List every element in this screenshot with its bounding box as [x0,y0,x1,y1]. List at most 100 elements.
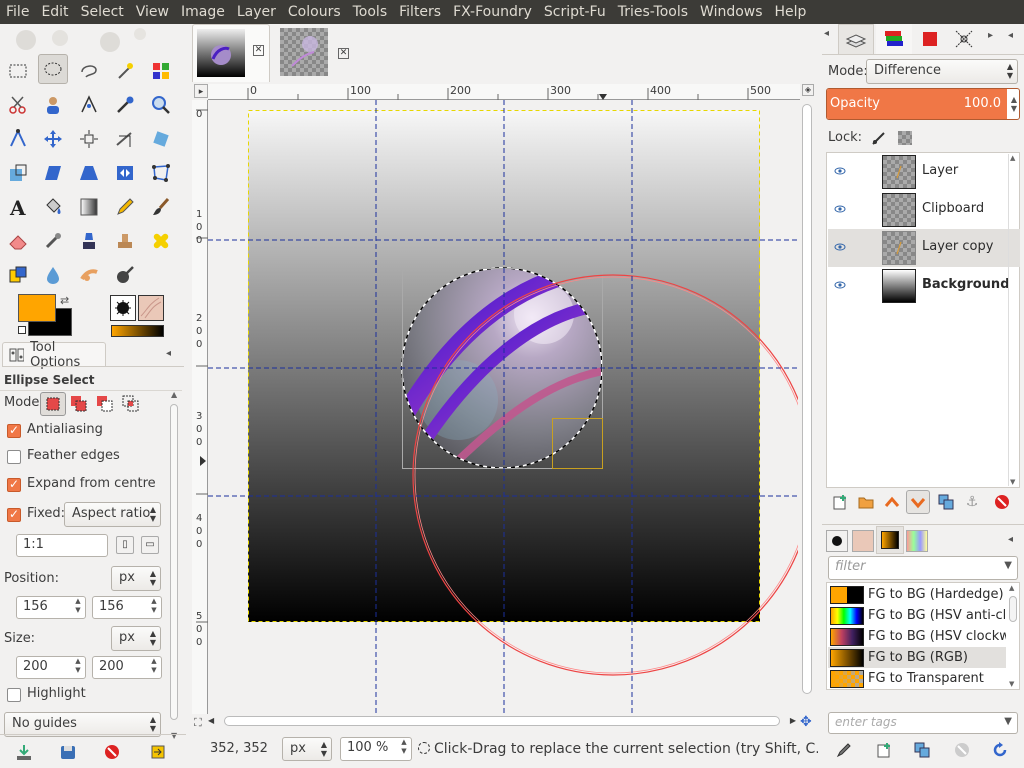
edit-gradient-icon[interactable] [834,740,854,760]
menu-filters[interactable]: Filters [393,0,447,24]
perspective-tool-icon[interactable] [74,158,104,188]
layer-row[interactable]: Layer [828,153,1020,191]
expand-from-centre-checkbox[interactable] [7,477,21,492]
layer-row[interactable]: Background [828,267,1020,305]
visibility-eye-icon[interactable] [834,203,846,218]
gradient-tags-input[interactable]: enter tags ▼ [828,712,1018,734]
gradient-preview-icon[interactable] [111,325,164,337]
tab-brushes[interactable] [826,530,848,552]
pencil-tool-icon[interactable] [110,192,140,222]
pattern-preview-icon[interactable] [138,295,164,321]
tab-palettes[interactable] [906,530,928,552]
tab-patterns[interactable] [852,530,874,552]
panel-menu-icon[interactable]: ◂ [166,348,171,359]
menu-script-fu[interactable]: Script-Fu [538,0,612,24]
mode-intersect-icon[interactable] [122,395,140,417]
canvas-vertical-scrollbar[interactable]: ◈ [800,84,814,714]
menu-colours[interactable]: Colours [282,0,347,24]
menu-select[interactable]: Select [75,0,130,24]
feather-edges-checkbox[interactable] [7,450,21,464]
duplicate-gradient-icon[interactable] [912,740,932,760]
spin-arrows-icon[interactable]: ▲ ▼ [72,597,84,618]
layer-row-selected[interactable]: Layer copy [828,229,1020,267]
gradient-item[interactable]: FG to Transparent [828,668,1006,689]
smudge-tool-icon[interactable] [74,260,104,290]
aspect-ratio-input[interactable]: 1:1 [16,534,108,557]
delete-gradient-icon[interactable] [952,740,972,760]
canvas-viewport[interactable] [208,100,798,714]
restore-tool-options-icon[interactable] [58,742,78,762]
menu-file[interactable]: File [0,0,35,24]
ellipse-select-tool-icon[interactable] [38,54,68,84]
measure-tool-icon[interactable] [3,124,33,154]
visibility-eye-icon[interactable] [834,165,846,180]
tab-pointer[interactable] [948,24,980,54]
position-x-input[interactable]: 156 ▲ ▼ [16,596,86,619]
foreground-select-tool-icon[interactable] [38,90,68,120]
rect-select-tool-icon[interactable] [3,56,33,86]
gradient-item[interactable]: FG to BG (HSV clockwise hue) [828,626,1006,647]
image-tab-2[interactable] [280,28,332,78]
spin-arrows-icon[interactable]: ▲ ▼ [398,738,410,759]
menu-layer[interactable]: Layer [231,0,282,24]
horizontal-ruler[interactable]: 0 100 200 300 400 500 [208,84,800,100]
swap-colors-icon[interactable]: ⇄ [60,294,69,307]
highlight-checkbox[interactable] [7,688,21,702]
gradient-filter-input[interactable]: filter ▼ [828,556,1018,580]
paths-tool-icon[interactable] [74,90,104,120]
raise-layer-icon[interactable] [882,492,902,512]
dock-left-arrow-icon[interactable]: ◂ [824,28,832,39]
foreground-color-swatch[interactable] [18,294,56,322]
spin-arrows-icon[interactable]: ▲ ▼ [1011,95,1017,113]
fixed-mode-combo[interactable]: Aspect ratio ▲ ▼ [64,502,161,527]
layer-row[interactable]: Clipboard [828,191,1020,229]
lower-layer-button[interactable] [906,490,930,514]
delete-tool-options-icon[interactable] [102,742,122,762]
color-picker-tool-icon[interactable] [110,90,140,120]
menu-help[interactable]: Help [769,0,813,24]
gradient-list-scrollbar[interactable]: ▲ ▼ [1008,584,1018,688]
blur-tool-icon[interactable] [38,260,68,290]
visibility-eye-icon[interactable] [834,241,846,256]
spin-arrows-icon[interactable]: ▲ ▼ [148,597,160,618]
menu-image[interactable]: Image [175,0,231,24]
bucket-fill-tool-icon[interactable] [38,192,68,222]
tab-paths[interactable] [914,24,946,54]
spin-arrows-icon[interactable]: ▲ ▼ [148,657,160,678]
unit-combo[interactable]: px ▲ ▼ [282,737,332,761]
portrait-icon[interactable]: ▯ [116,536,134,554]
anchor-layer-icon[interactable]: ⚓ [962,492,982,512]
refresh-gradients-icon[interactable] [990,740,1010,760]
quick-mask-menu-icon[interactable]: ▸ [194,84,208,98]
dock-right-arrow-icon[interactable]: ▸ [988,30,993,41]
align-tool-icon[interactable] [74,124,104,154]
menu-edit[interactable]: Edit [35,0,74,24]
paintbrush-tool-icon[interactable] [146,192,176,222]
dock-menu-icon[interactable]: ◂ [1008,30,1013,41]
position-y-input[interactable]: 156 ▲ ▼ [92,596,162,619]
zoom-tool-icon[interactable] [146,90,176,120]
tool-options-scrollbar[interactable]: ▲ ▼ [168,390,180,740]
fuzzy-select-tool-icon[interactable] [110,56,140,86]
free-select-tool-icon[interactable] [74,56,104,86]
vertical-ruler[interactable]: 0 100 200 300 400 500 [192,100,208,714]
layer-list-scrollbar[interactable]: ▲ ▼ [1008,154,1018,486]
cage-transform-tool-icon[interactable] [146,158,176,188]
image-canvas[interactable] [208,100,798,714]
scale-tool-icon[interactable] [3,158,33,188]
mode-subtract-icon[interactable] [96,395,114,417]
lock-alpha-icon[interactable] [898,131,912,145]
rotate-tool-icon[interactable] [146,124,176,154]
zoom-to-fit-icon[interactable]: ⛶ [194,716,202,730]
tool-options-tab[interactable]: Tool Options [2,340,106,370]
tab-layers[interactable] [838,24,874,54]
select-by-color-tool-icon[interactable] [146,56,176,86]
close-tab-icon[interactable]: ✕ [253,45,264,56]
brush-preview-icon[interactable] [110,295,136,321]
blend-tool-icon[interactable] [74,192,104,222]
new-layer-icon[interactable] [830,492,850,512]
crop-tool-icon[interactable] [110,124,140,154]
gradient-item[interactable]: FG to BG (HSV anti-clockwise) [828,605,1006,626]
mode-replace-button[interactable] [40,392,66,416]
navigate-icon[interactable]: ✥ [800,714,812,730]
